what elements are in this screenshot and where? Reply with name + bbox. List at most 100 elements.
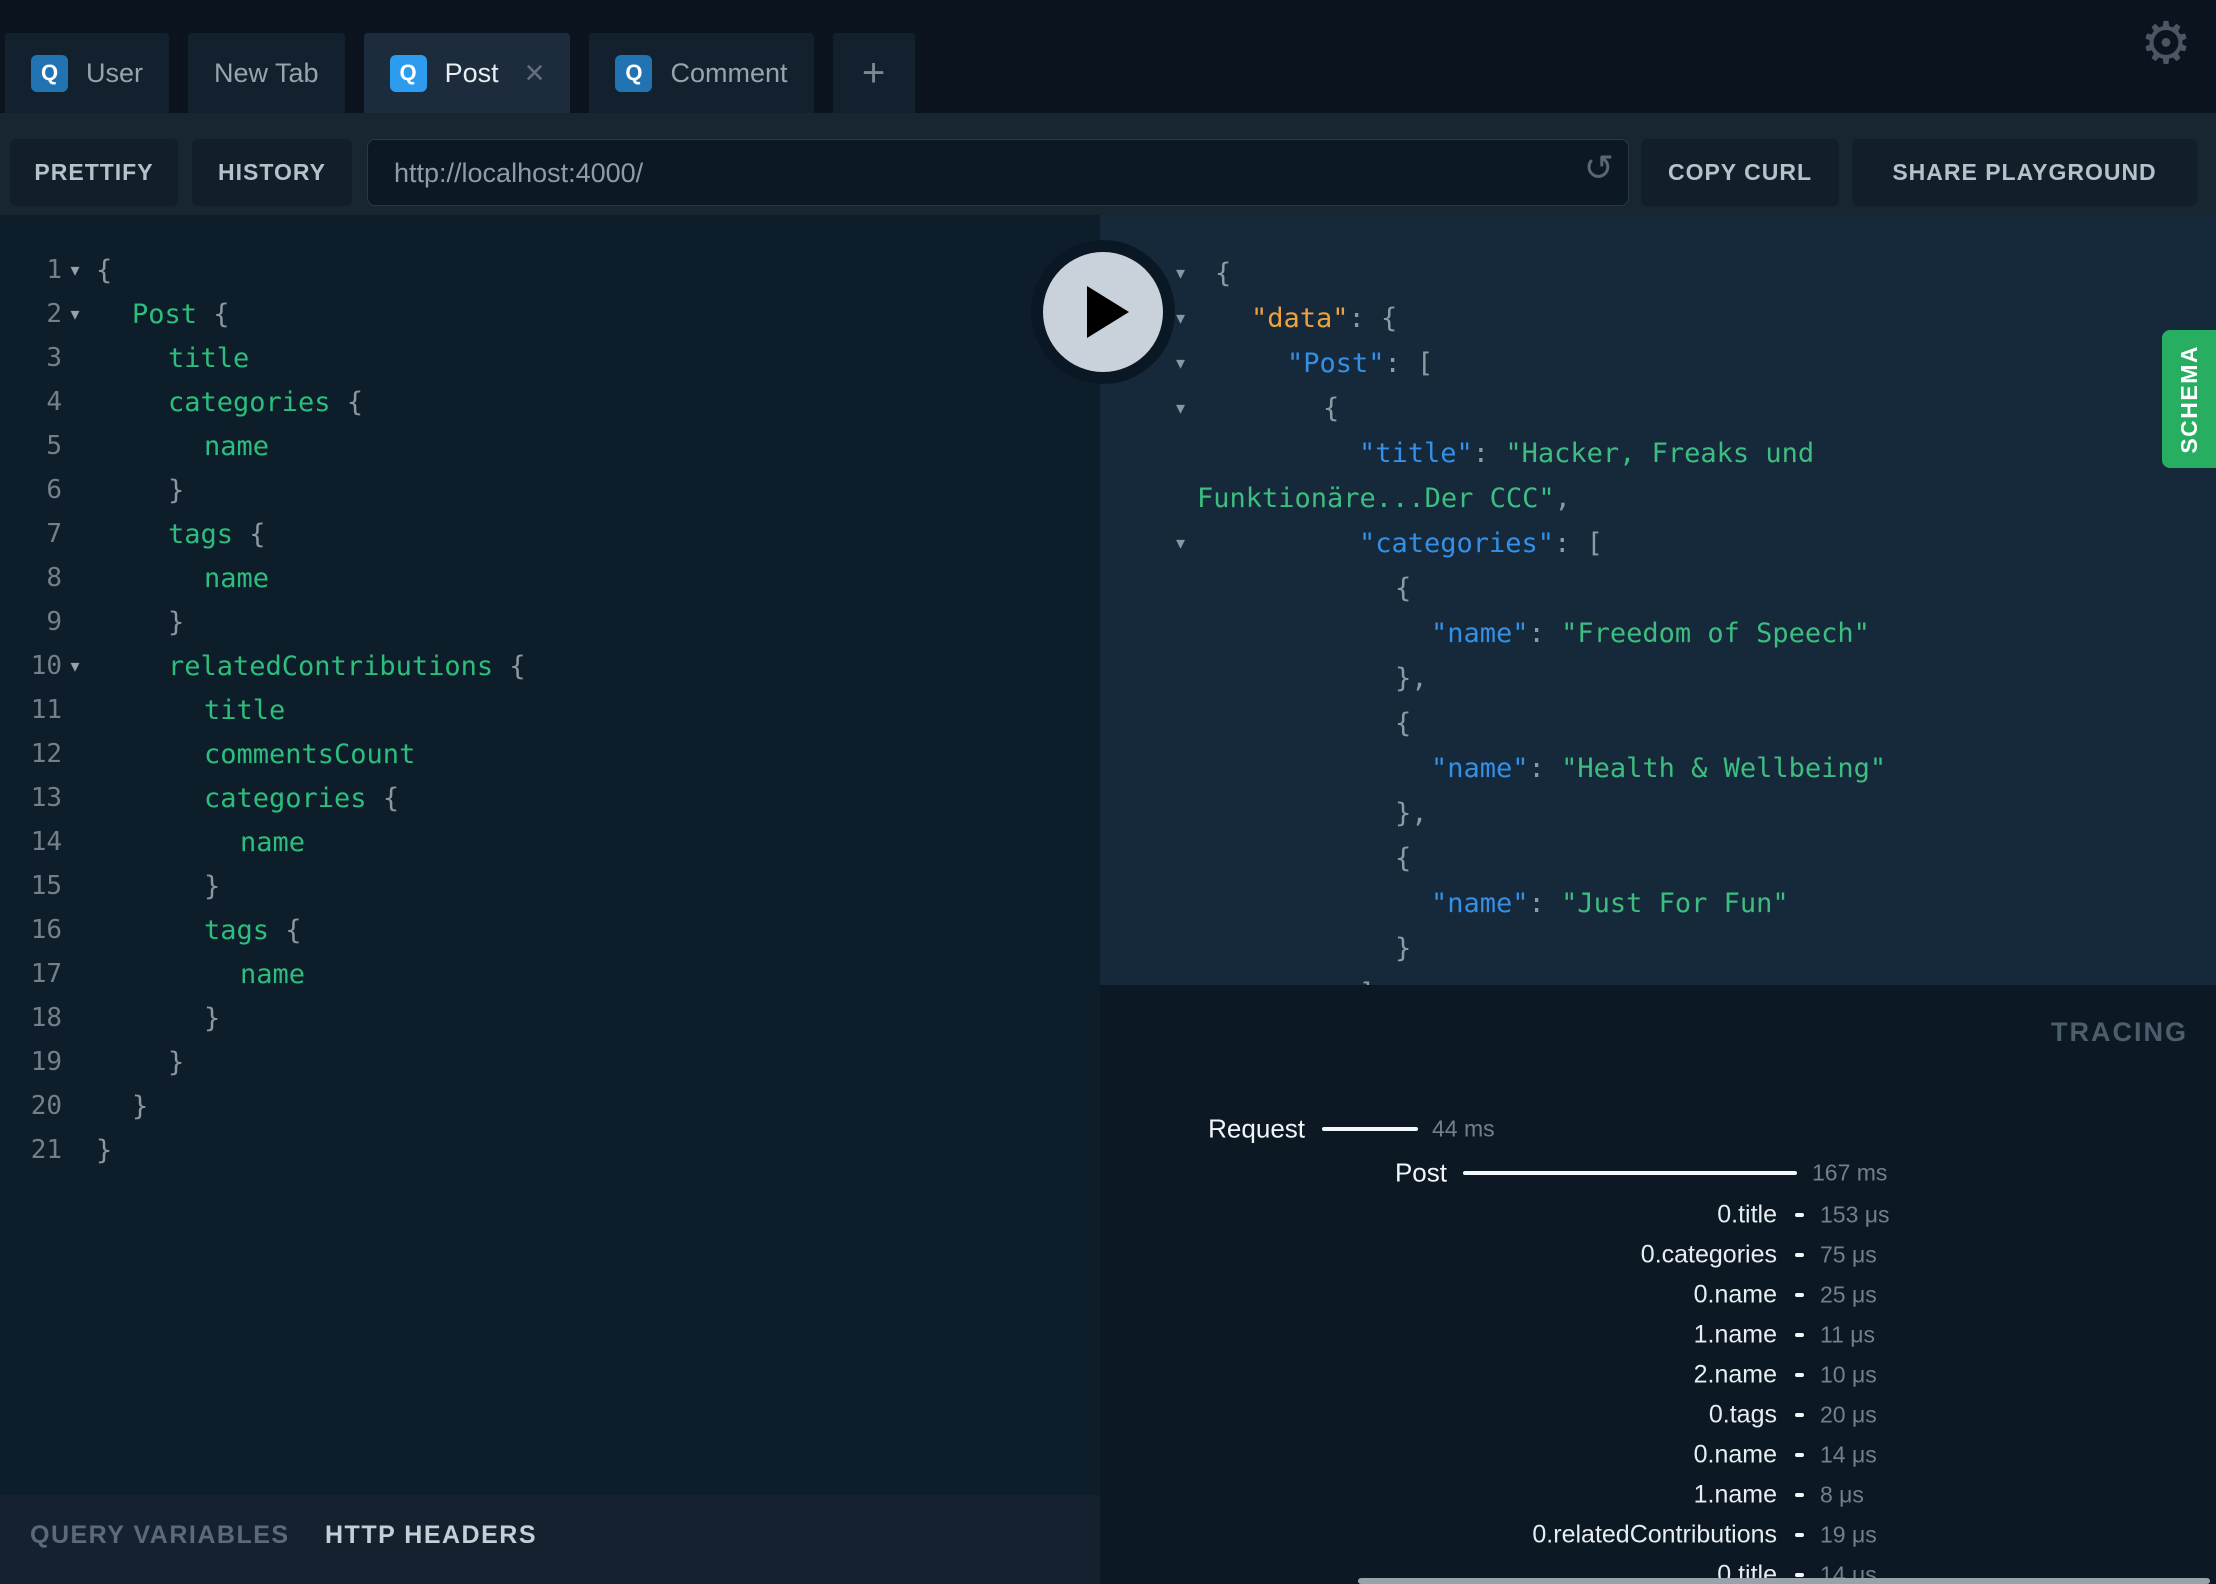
response-line: ▾ "categories": [ [1100, 521, 2216, 566]
editor-line: 17 name [0, 952, 1100, 996]
editor-line: 1 ▾ { [0, 248, 1100, 292]
editor-line: 12 commentsCount [0, 732, 1100, 776]
tracing-span-row: Post 167 ms [1100, 1151, 2216, 1195]
line-number: 7 [46, 519, 62, 549]
json-text: "name": "Just For Fun" [1215, 888, 1789, 919]
code-text: tags { [88, 915, 302, 946]
json-string: "Hacker, Freaks und [1505, 438, 1815, 469]
tab-comment[interactable]: Q Comment [589, 33, 814, 113]
line-number: 17 [30, 959, 62, 989]
span-label: 1.name [1693, 1480, 1777, 1509]
editor-line: 14 name [0, 820, 1100, 864]
line-number: 11 [30, 695, 62, 725]
tab-label: Comment [670, 57, 788, 88]
schema-side-tab[interactable]: SCHEMA [2162, 330, 2216, 468]
execute-query-button[interactable] [1031, 240, 1175, 384]
history-button[interactable]: HISTORY [192, 139, 352, 206]
response-line: ▾{ [1100, 386, 2216, 431]
tracing-horizontal-scrollbar[interactable] [1358, 1578, 2210, 1584]
json-text: } [1215, 933, 1411, 964]
query-variables-tab[interactable]: QUERY VARIABLES [30, 1521, 290, 1550]
json-key: "name" [1431, 753, 1529, 784]
response-json-lines: ▾{▾ "data": {▾ "Post": [▾{"title": "Hacker… [1100, 215, 2216, 985]
schema-side-tab-label: SCHEMA [2175, 344, 2202, 454]
tab-label: User [86, 57, 144, 88]
share-playground-button[interactable]: SHARE PLAYGROUND [1852, 139, 2197, 206]
code-text: commentsCount [88, 739, 415, 770]
tab-user[interactable]: Q User [5, 33, 170, 113]
code-text: name [88, 959, 305, 990]
close-icon[interactable]: × [525, 56, 545, 90]
tab-label: New Tab [214, 57, 319, 88]
span-duration-bar [1463, 1171, 1797, 1175]
editor-line: 4 categories { [0, 380, 1100, 424]
copy-curl-button[interactable]: COPY CURL [1641, 139, 1839, 206]
fold-arrow-icon[interactable]: ▾ [62, 656, 88, 677]
json-text: "title": "Hacker, Freaks und [1215, 438, 1814, 469]
line-number: 19 [30, 1047, 62, 1077]
endpoint-url-field: ↺ [367, 139, 1629, 207]
new-tab-button[interactable]: + [832, 33, 915, 113]
editor-line: 3 title [0, 336, 1100, 380]
span-time: 25 μs [1820, 1281, 1877, 1308]
span-time: 11 μs [1820, 1321, 1876, 1348]
span-time: 44 ms [1432, 1115, 1495, 1142]
line-number: 4 [46, 387, 62, 417]
punct-token: { [233, 518, 266, 550]
toolbar: PRETTIFY HISTORY ↺ COPY CURL SHARE PLAYG… [0, 113, 2216, 215]
query-badge-icon: Q [615, 54, 653, 92]
fold-arrow-icon[interactable]: ▾ [1176, 521, 1185, 566]
graphql-playground-window: Q User New Tab Q Post × Q Comment + ⚙ PRETTIFY H… [0, 0, 2216, 1584]
fold-arrow-icon[interactable]: ▾ [1176, 341, 1185, 386]
json-text: "data": { [1215, 303, 1397, 334]
tab-post[interactable]: Q Post × [363, 33, 571, 113]
span-label: 0.name [1693, 1280, 1777, 1309]
fold-arrow-icon[interactable]: ▾ [1176, 251, 1185, 296]
tracing-span-row: 1.name 11 μs [1100, 1315, 2216, 1355]
response-line: ▾ "data": { [1100, 296, 2216, 341]
span-label: 0.categories [1640, 1240, 1777, 1269]
tracing-span-row: 0.name 14 μs [1100, 1435, 2216, 1475]
response-line: Funktionäre...Der CCC", [1100, 476, 2216, 521]
plus-icon: + [861, 50, 886, 95]
punct-token: { [197, 298, 230, 330]
query-editor-pane[interactable]: 1 ▾{2 ▾ Post {3 title 4 categories {5 name 6} 7 ta… [0, 215, 1100, 1495]
endpoint-url-input[interactable] [392, 140, 1546, 207]
fold-arrow-icon[interactable]: ▾ [62, 304, 88, 325]
span-label: 0.title [1717, 1200, 1777, 1229]
punct-token: } [168, 1046, 185, 1078]
tab-new-tab[interactable]: New Tab [188, 33, 345, 113]
prettify-button[interactable]: PRETTIFY [10, 139, 178, 206]
json-punct: : { [1348, 303, 1398, 334]
http-headers-tab[interactable]: HTTP HEADERS [325, 1521, 537, 1550]
settings-gear-icon[interactable]: ⚙ [2140, 14, 2192, 72]
span-label: 2.name [1693, 1360, 1777, 1389]
fold-arrow-icon[interactable]: ▾ [1176, 296, 1185, 341]
line-number: 21 [30, 1135, 62, 1165]
span-time: 20 μs [1820, 1401, 1877, 1428]
line-number: 13 [30, 783, 62, 813]
punct-token: { [366, 782, 400, 814]
span-duration-bar [1795, 1453, 1804, 1457]
editor-line: 5 name [0, 424, 1100, 468]
editor-line: 11 title [0, 688, 1100, 732]
json-punct: : [1472, 438, 1506, 469]
reload-schema-icon[interactable]: ↺ [1584, 148, 1614, 189]
tabs-container: Q User New Tab Q Post × Q Comment + [5, 33, 915, 113]
json-string: Funktionäre...Der CCC" [1197, 483, 1555, 514]
tab-bar: Q User New Tab Q Post × Q Comment + ⚙ [0, 0, 2216, 113]
span-time: 14 μs [1820, 1441, 1877, 1468]
field-token: tags [168, 518, 234, 550]
json-punct: : [ [1384, 348, 1434, 379]
editor-line: 6} [0, 468, 1100, 512]
editor-line: 9} [0, 600, 1100, 644]
json-text: "name": "Health & Wellbeing" [1215, 753, 1886, 784]
line-number: 8 [46, 563, 62, 593]
code-text: title [88, 695, 285, 726]
response-line: "name": "Freedom of Speech" [1100, 611, 2216, 656]
code-text: name [88, 563, 269, 594]
editor-line: 10 ▾ relatedContributions { [0, 644, 1100, 688]
fold-arrow-icon[interactable]: ▾ [1176, 386, 1185, 431]
span-duration-bar [1795, 1373, 1804, 1377]
fold-arrow-icon[interactable]: ▾ [62, 260, 88, 281]
